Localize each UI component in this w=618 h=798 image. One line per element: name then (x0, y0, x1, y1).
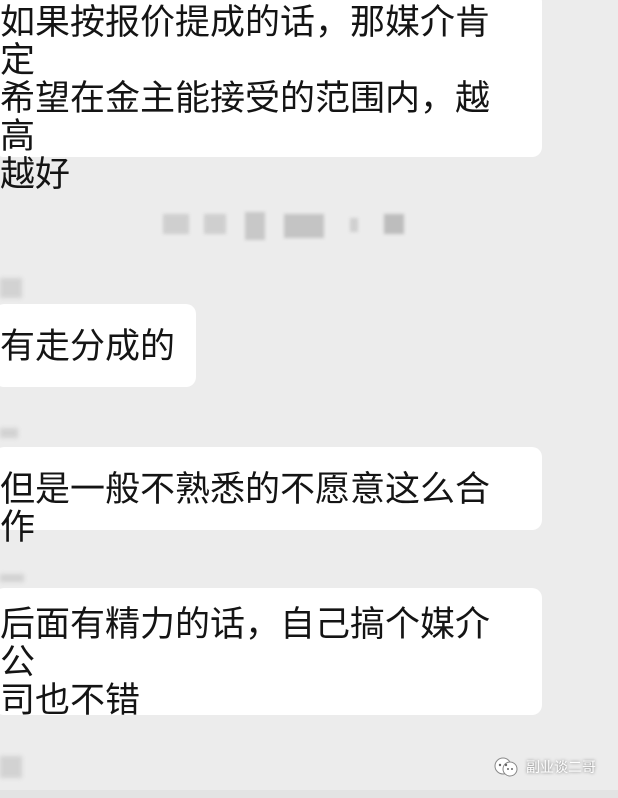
message-bubble[interactable]: 但是一般不熟悉的不愿意这么合作 (0, 447, 542, 547)
message-line: 有走分成的 (0, 327, 176, 367)
watermark-text: 副业谈二哥 (526, 760, 596, 776)
watermark: 副业谈二哥 (492, 756, 596, 778)
message-line: 但是一般不熟悉的不愿意这么合作 (0, 470, 491, 548)
message-bubble[interactable]: 如果按报价提成的话，那媒介肯定 希望在金主能接受的范围内，越高 越好 (0, 0, 542, 194)
wechat-official-account-icon (494, 757, 518, 777)
blurred-sender-name (0, 756, 22, 778)
blurred-sender-name (0, 278, 22, 298)
message-line: 后面有精力的话，自己搞个媒介公 (0, 605, 491, 683)
blurred-sender-name (0, 574, 24, 582)
message-line: 如果按报价提成的话，那媒介肯定 (0, 3, 491, 81)
message-bubble[interactable]: 有走分成的 (0, 304, 196, 387)
message-line: 希望在金主能接受的范围内，越高 (0, 79, 491, 157)
blurred-sender-name (0, 428, 18, 438)
message-line: 越好 (0, 155, 71, 195)
message-line: 司也不错 (0, 681, 141, 721)
next-message-partial (0, 790, 618, 798)
message-bubble[interactable]: 后面有精力的话，自己搞个媒介公 司也不错 (0, 588, 542, 720)
